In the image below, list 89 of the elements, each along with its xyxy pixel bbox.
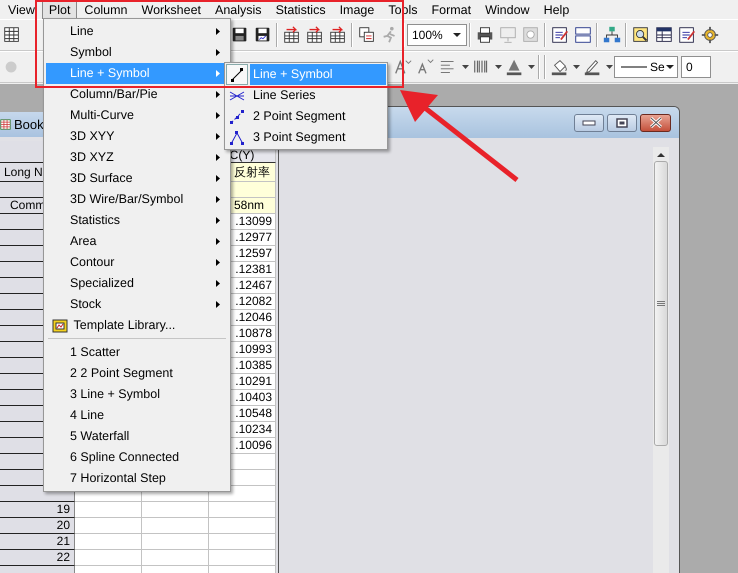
submenu-arrow-icon xyxy=(216,196,220,203)
table-cell xyxy=(209,534,276,550)
submenu-arrow-icon xyxy=(216,49,220,56)
segment-icon xyxy=(229,108,245,124)
submenu-arrow-icon xyxy=(216,280,220,287)
table-icon[interactable] xyxy=(654,25,674,45)
table-cell xyxy=(75,534,142,550)
line-symbol-icon xyxy=(229,66,245,82)
menu-item[interactable]: Line xyxy=(46,21,228,42)
close-icon xyxy=(648,117,662,128)
menu-item[interactable]: 7 Horizontal Step xyxy=(46,468,228,489)
magnifier-icon[interactable] xyxy=(630,25,650,45)
pen-icon[interactable] xyxy=(582,57,602,77)
menu-item[interactable]: Worksheet xyxy=(134,0,208,18)
scrollbar[interactable] xyxy=(653,147,669,573)
menu-item[interactable]: Format xyxy=(424,0,478,18)
close-button[interactable] xyxy=(640,114,671,132)
scrollbar-thumb[interactable] xyxy=(654,161,668,446)
submenu-arrow-icon xyxy=(216,133,220,140)
caret-icon[interactable] xyxy=(462,64,468,70)
maximize-icon xyxy=(616,118,628,128)
minimize-icon xyxy=(582,120,596,126)
submenu-arrow-icon xyxy=(216,175,220,182)
segment-icon xyxy=(229,130,245,146)
menu-item[interactable]: Image xyxy=(332,0,382,18)
menu-item[interactable]: Symbol xyxy=(46,42,228,63)
table-cell xyxy=(209,550,276,566)
gear-icon[interactable] xyxy=(700,25,720,45)
table-cell xyxy=(142,550,209,566)
template-icon xyxy=(52,318,68,332)
submenu-arrow-icon xyxy=(216,238,220,245)
line-style-dropdown[interactable]: Se xyxy=(614,56,678,78)
copy-icon[interactable] xyxy=(356,25,376,45)
worksheet-icon[interactable] xyxy=(2,25,22,45)
worksheet-arrow-icon[interactable] xyxy=(282,25,302,45)
menu-item[interactable]: View xyxy=(1,0,42,18)
submenu-arrow-icon xyxy=(216,301,220,308)
submenu-arrow-icon xyxy=(216,70,220,77)
table-cell xyxy=(209,502,276,518)
grip-icon xyxy=(657,300,665,306)
hierarchy-icon[interactable] xyxy=(602,25,622,45)
row-header: 20 xyxy=(0,518,75,534)
menu-item[interactable]: 2 Point Segment xyxy=(226,106,386,127)
table-cell xyxy=(209,518,276,534)
zoom-dropdown[interactable]: 100% xyxy=(407,24,467,46)
menu-item[interactable]: Column xyxy=(77,0,134,18)
worksheet-arrow-icon[interactable] xyxy=(304,25,324,45)
table-cell xyxy=(75,518,142,534)
layout-icon[interactable] xyxy=(572,25,592,45)
menu-item[interactable]: Window xyxy=(478,0,537,18)
caret-icon[interactable] xyxy=(572,64,580,70)
caret-icon xyxy=(666,64,674,70)
menu-item[interactable]: Multi-Curve xyxy=(46,105,228,126)
scroll-up-icon[interactable] xyxy=(657,152,665,157)
submenu-arrow-icon xyxy=(216,217,220,224)
minimize-button[interactable] xyxy=(574,114,604,132)
table-cell xyxy=(75,550,142,566)
maximize-button[interactable] xyxy=(607,114,637,132)
font-color-icon[interactable] xyxy=(504,57,524,77)
caret-icon[interactable] xyxy=(606,64,612,70)
caret-icon[interactable] xyxy=(494,64,502,70)
submenu-arrow-icon xyxy=(216,259,220,266)
menu-item[interactable]: Analysis xyxy=(208,0,269,18)
caret-icon xyxy=(452,32,460,38)
submenu-arrow-icon xyxy=(216,154,220,161)
row-header: 21 xyxy=(0,534,75,550)
submenu-arrow-icon xyxy=(216,91,220,98)
table-cell xyxy=(142,518,209,534)
notepad-icon[interactable] xyxy=(676,25,696,45)
submenu-arrow-icon xyxy=(216,112,220,119)
fill-color-icon[interactable] xyxy=(550,57,570,77)
window-title: Book xyxy=(14,116,44,134)
notepad-icon[interactable] xyxy=(550,25,570,45)
table-cell xyxy=(75,502,142,518)
menu-item[interactable]: Help xyxy=(536,0,576,18)
menu-item[interactable]: Line Series xyxy=(226,85,386,106)
row-header: 19 xyxy=(0,502,75,518)
table-cell xyxy=(142,502,209,518)
menu-item[interactable]: Statistics xyxy=(268,0,333,18)
table-cell xyxy=(142,534,209,550)
size-field[interactable]: 0 xyxy=(681,56,711,78)
caret-icon[interactable] xyxy=(528,64,534,70)
row-header: 22 xyxy=(0,550,75,566)
workbook-icon xyxy=(0,118,11,131)
line-style-icon xyxy=(620,65,646,69)
print-icon[interactable] xyxy=(474,25,494,45)
menu-item[interactable]: Column/Bar/Pie xyxy=(46,84,228,105)
submenu-arrow-icon xyxy=(216,28,220,35)
worksheet-arrow-icon[interactable] xyxy=(328,25,348,45)
